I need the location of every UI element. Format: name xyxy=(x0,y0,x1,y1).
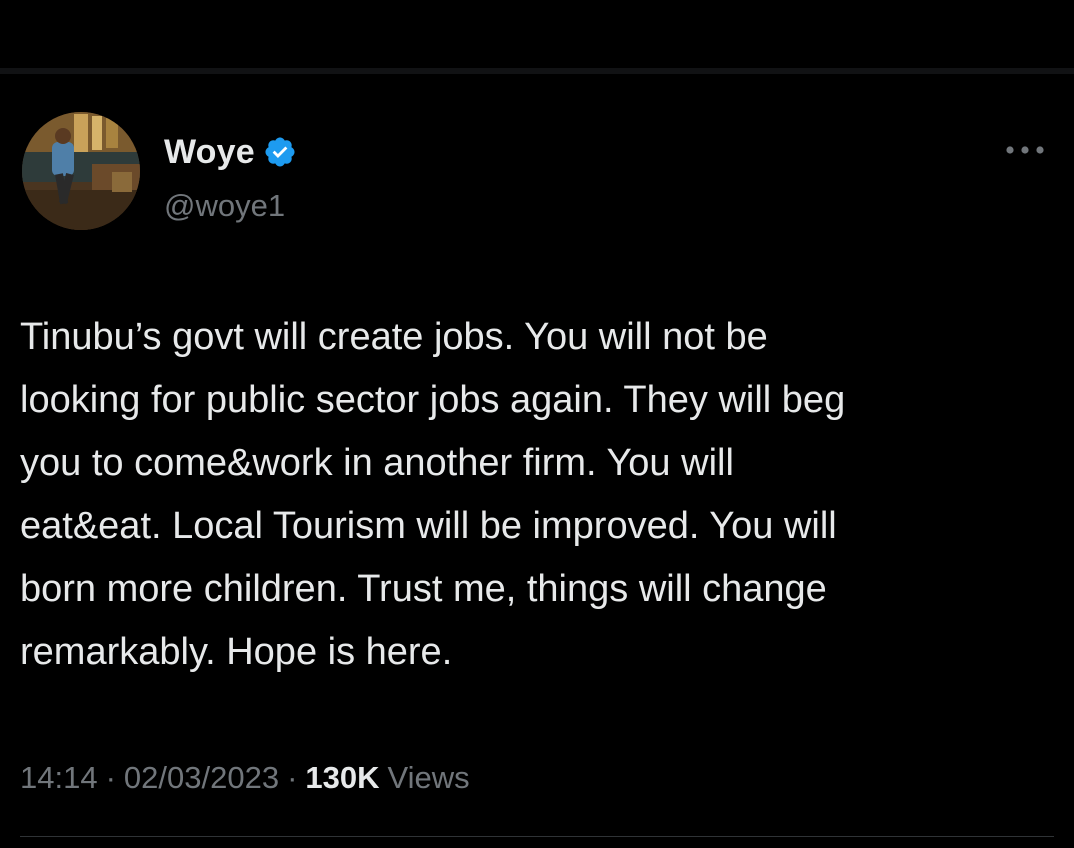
views-label: Views xyxy=(387,760,470,795)
meta-separator: · xyxy=(105,760,116,795)
author-name-row: Woye xyxy=(164,130,297,174)
tweet-time[interactable]: 14:14 xyxy=(20,760,98,796)
author-display-name[interactable]: Woye xyxy=(164,133,255,172)
tweet-meta: 14:14 · 02/03/2023 · 130K Views xyxy=(20,760,470,796)
verified-badge-icon xyxy=(263,135,297,169)
views-count: 130K xyxy=(305,760,380,795)
top-divider xyxy=(0,68,1074,74)
meta-separator: · xyxy=(287,760,298,795)
tweet-date[interactable]: 02/03/2023 xyxy=(124,760,279,796)
author-handle[interactable]: @woye1 xyxy=(164,188,285,224)
more-options-button[interactable] xyxy=(1000,136,1050,164)
more-horizontal-icon xyxy=(1006,146,1044,154)
tweet-text: Tinubu’s govt will create jobs. You will… xyxy=(20,316,846,673)
bottom-divider xyxy=(20,836,1054,837)
avatar-image xyxy=(22,112,140,230)
avatar[interactable] xyxy=(22,112,140,230)
